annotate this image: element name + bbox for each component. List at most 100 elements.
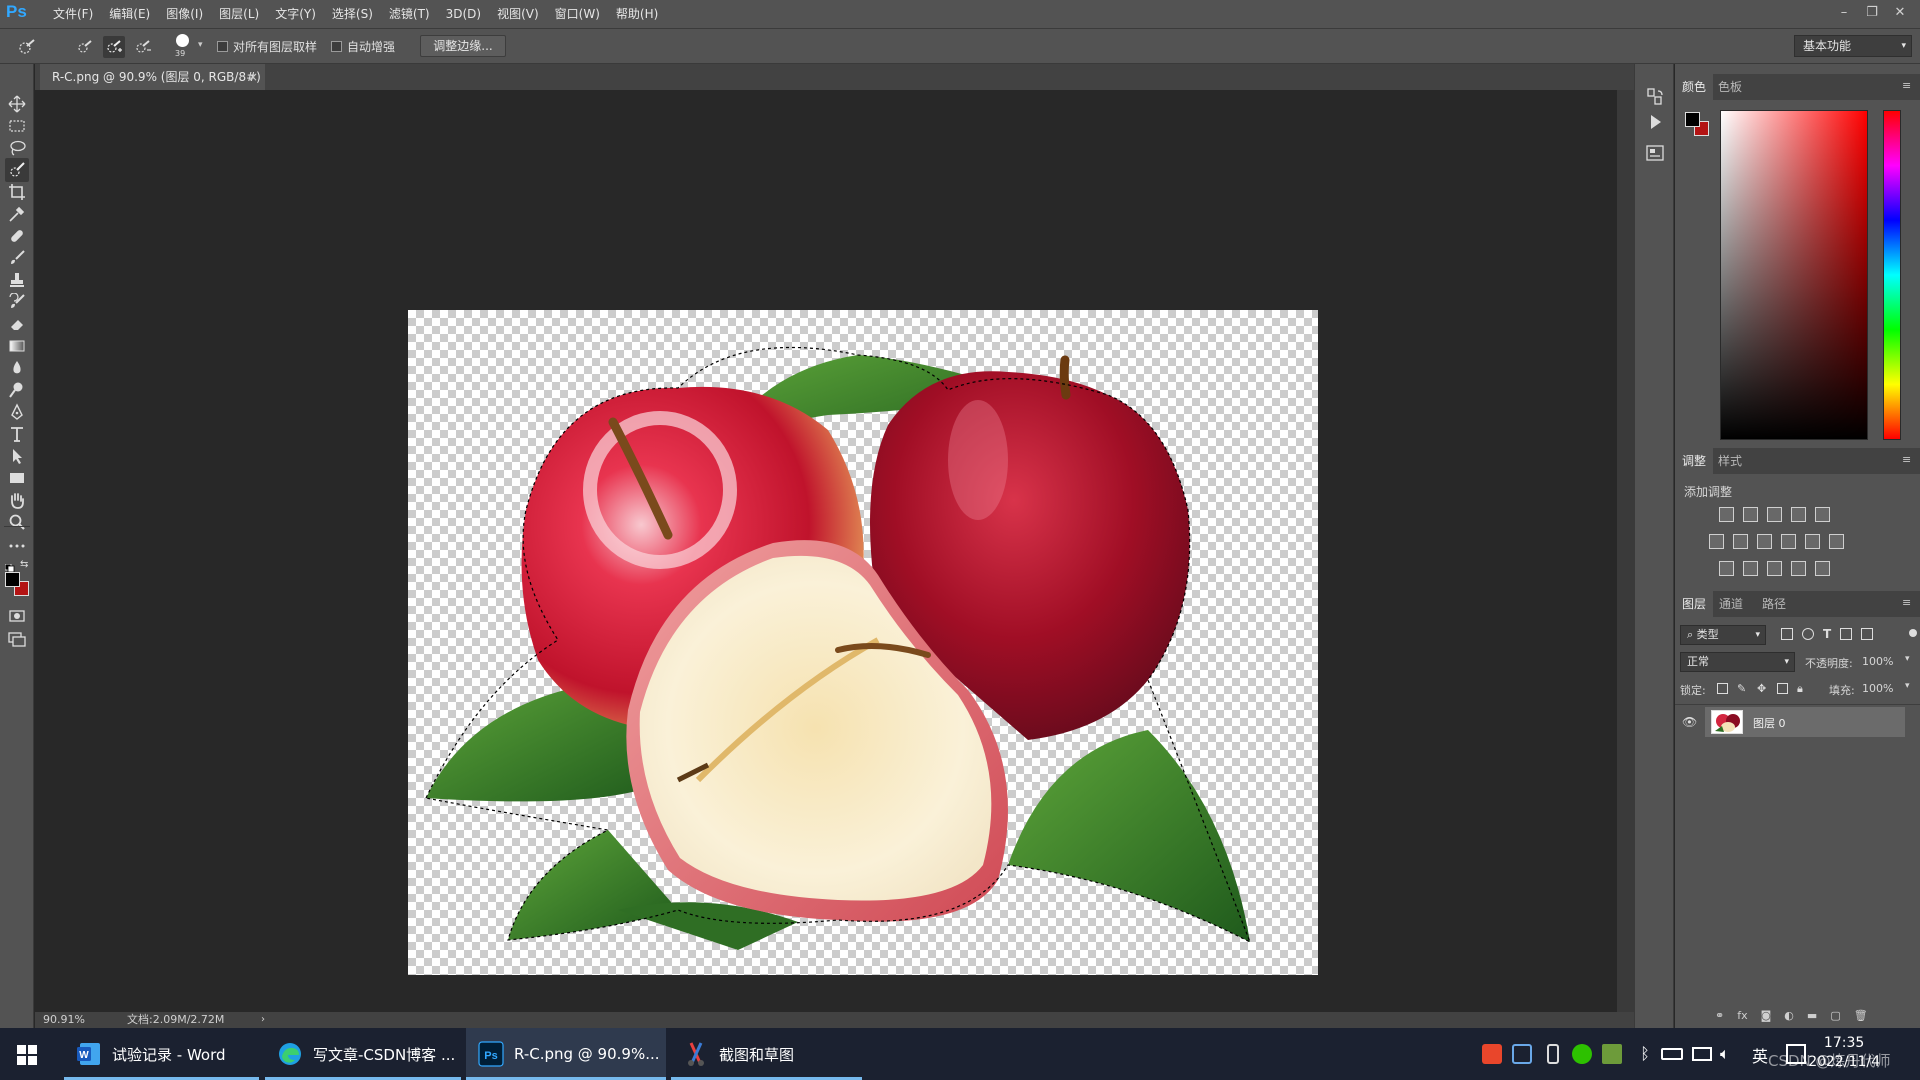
taskbar-item-edge[interactable]: 写文章-CSDN博客 ... xyxy=(265,1028,461,1080)
menu-view[interactable]: 视图(V) xyxy=(489,0,547,29)
restore-button[interactable]: ❐ xyxy=(1858,0,1886,26)
tray-green-icon[interactable] xyxy=(1602,1044,1622,1064)
tab-color[interactable]: 颜色 xyxy=(1675,74,1714,100)
new-selection-mode[interactable] xyxy=(74,36,96,58)
tab-swatches[interactable]: 色板 xyxy=(1711,74,1749,100)
subtract-from-selection-mode[interactable] xyxy=(132,36,154,58)
workspace-select[interactable]: 基本功能 ▾ xyxy=(1794,35,1912,57)
eye-icon[interactable]: 👁︎ xyxy=(1682,715,1697,729)
panel-menu-icon[interactable]: ≡ xyxy=(1902,597,1914,609)
layer-name[interactable]: 图层 0 xyxy=(1753,715,1786,731)
menu-window[interactable]: 窗口(W) xyxy=(547,0,608,29)
link-layers-icon[interactable]: ⚭ xyxy=(1715,1009,1724,1022)
zoom-level[interactable]: 90.91% xyxy=(43,1012,85,1028)
vibrance-icon[interactable] xyxy=(1815,507,1830,522)
path-selection-tool[interactable] xyxy=(5,444,29,468)
volume-icon[interactable]: 🔈︎ xyxy=(1720,1044,1740,1064)
clone-stamp-tool[interactable] xyxy=(5,268,29,292)
network-icon[interactable] xyxy=(1692,1047,1712,1061)
layer-row[interactable]: 👁︎ 图层 0 xyxy=(1682,707,1905,737)
tab-paths[interactable]: 路径 xyxy=(1755,591,1793,617)
gradient-tool[interactable] xyxy=(5,334,29,358)
panel-menu-icon[interactable]: ≡ xyxy=(1902,454,1914,466)
chevron-down-icon[interactable]: ▾ xyxy=(1905,654,1910,664)
pixel-filter-icon[interactable] xyxy=(1781,628,1793,640)
actions-play-icon[interactable] xyxy=(1644,111,1666,133)
tray-app-icon[interactable] xyxy=(1482,1044,1502,1064)
blur-tool[interactable] xyxy=(5,356,29,380)
panel-menu-icon[interactable]: ≡ xyxy=(1902,80,1914,92)
bluetooth-icon[interactable]: ᛒ xyxy=(1635,1044,1655,1064)
hand-tool[interactable] xyxy=(5,488,29,512)
brightness-icon[interactable] xyxy=(1719,507,1734,522)
marquee-tool[interactable] xyxy=(5,114,29,138)
auto-enhance-checkbox[interactable] xyxy=(331,41,342,52)
tray-sync-icon[interactable] xyxy=(1512,1044,1532,1064)
menu-image[interactable]: 图像(I) xyxy=(158,0,211,29)
foreground-color-swatch[interactable] xyxy=(1685,112,1700,127)
auto-enhance-option[interactable]: 自动增强 xyxy=(331,38,395,55)
channel-mixer-icon[interactable] xyxy=(1805,534,1820,549)
eraser-tool[interactable] xyxy=(5,312,29,336)
selective-color-icon[interactable] xyxy=(1791,561,1806,576)
brush-tool[interactable] xyxy=(5,246,29,270)
properties-panel-icon[interactable] xyxy=(1644,142,1666,164)
exposure-icon[interactable] xyxy=(1791,507,1806,522)
invert-icon[interactable] xyxy=(1719,561,1734,576)
color-picker-field[interactable] xyxy=(1720,110,1868,440)
tab-layers[interactable]: 图层 xyxy=(1675,591,1714,617)
healing-brush-tool[interactable] xyxy=(5,224,29,248)
gradient-map-icon[interactable] xyxy=(1815,561,1830,576)
lasso-tool[interactable] xyxy=(5,136,29,160)
swap-colors-icon[interactable]: ⇆ xyxy=(20,559,28,570)
menu-filter[interactable]: 滤镜(T) xyxy=(381,0,438,29)
add-to-selection-mode[interactable] xyxy=(103,36,125,58)
wechat-icon[interactable] xyxy=(1572,1044,1592,1064)
zoom-tool[interactable] xyxy=(5,510,29,534)
menu-3d[interactable]: 3D(D) xyxy=(438,0,489,29)
foreground-color-swatch[interactable] xyxy=(5,572,20,587)
brush-size-picker[interactable]: 39 xyxy=(172,33,196,61)
color-lookup-icon[interactable] xyxy=(1829,534,1844,549)
black-white-icon[interactable] xyxy=(1757,534,1772,549)
history-brush-tool[interactable] xyxy=(5,290,29,314)
sample-all-layers-checkbox[interactable] xyxy=(217,41,228,52)
more-tools[interactable] xyxy=(5,534,29,558)
type-filter-icon[interactable]: T xyxy=(1823,628,1831,640)
mask-icon[interactable]: ◙ xyxy=(1761,1009,1772,1022)
trash-icon[interactable]: 🗑︎ xyxy=(1854,1009,1868,1022)
history-panel-icon[interactable] xyxy=(1644,86,1666,108)
dodge-tool[interactable] xyxy=(5,378,29,402)
sample-all-layers-option[interactable]: 对所有图层取样 xyxy=(217,38,317,55)
close-button[interactable]: ✕ xyxy=(1886,0,1914,26)
chevron-down-icon[interactable]: ▾ xyxy=(1905,681,1910,691)
screen-mode-tool[interactable] xyxy=(5,627,29,651)
smart-object-filter-icon[interactable] xyxy=(1861,628,1874,640)
lock-position-icon[interactable]: ✥ xyxy=(1757,683,1768,694)
new-layer-icon[interactable]: ▢ xyxy=(1830,1009,1840,1022)
menu-edit[interactable]: 编辑(E) xyxy=(101,0,158,29)
vertical-scrollbar[interactable] xyxy=(1617,90,1634,1012)
minimize-button[interactable]: – xyxy=(1830,0,1858,26)
menu-type[interactable]: 文字(Y) xyxy=(267,0,324,29)
hue-slider[interactable] xyxy=(1883,110,1901,440)
threshold-icon[interactable] xyxy=(1767,561,1782,576)
taskbar-item-word[interactable]: W 试验记录 - Word xyxy=(64,1028,259,1080)
close-tab-icon[interactable]: × xyxy=(248,64,258,90)
chevron-right-icon[interactable]: › xyxy=(261,1012,265,1028)
pen-tool[interactable] xyxy=(5,400,29,424)
battery-icon[interactable] xyxy=(1661,1048,1683,1060)
type-tool[interactable] xyxy=(5,422,29,446)
menu-file[interactable]: 文件(F) xyxy=(45,0,101,29)
menu-help[interactable]: 帮助(H) xyxy=(608,0,666,29)
default-colors-icon[interactable] xyxy=(4,561,15,573)
filter-toggle-icon[interactable] xyxy=(1909,629,1917,637)
tab-adjustments[interactable]: 调整 xyxy=(1675,448,1714,474)
tool-preset-picker[interactable] xyxy=(16,36,38,58)
curves-icon[interactable] xyxy=(1767,507,1782,522)
taskbar-item-photoshop[interactable]: Ps R-C.png @ 90.9%... xyxy=(466,1028,666,1080)
hue-saturation-icon[interactable] xyxy=(1709,534,1724,549)
menu-layer[interactable]: 图层(L) xyxy=(211,0,267,29)
taskbar-item-snip[interactable]: 截图和草图 xyxy=(671,1028,862,1080)
shape-filter-icon[interactable] xyxy=(1840,628,1853,640)
